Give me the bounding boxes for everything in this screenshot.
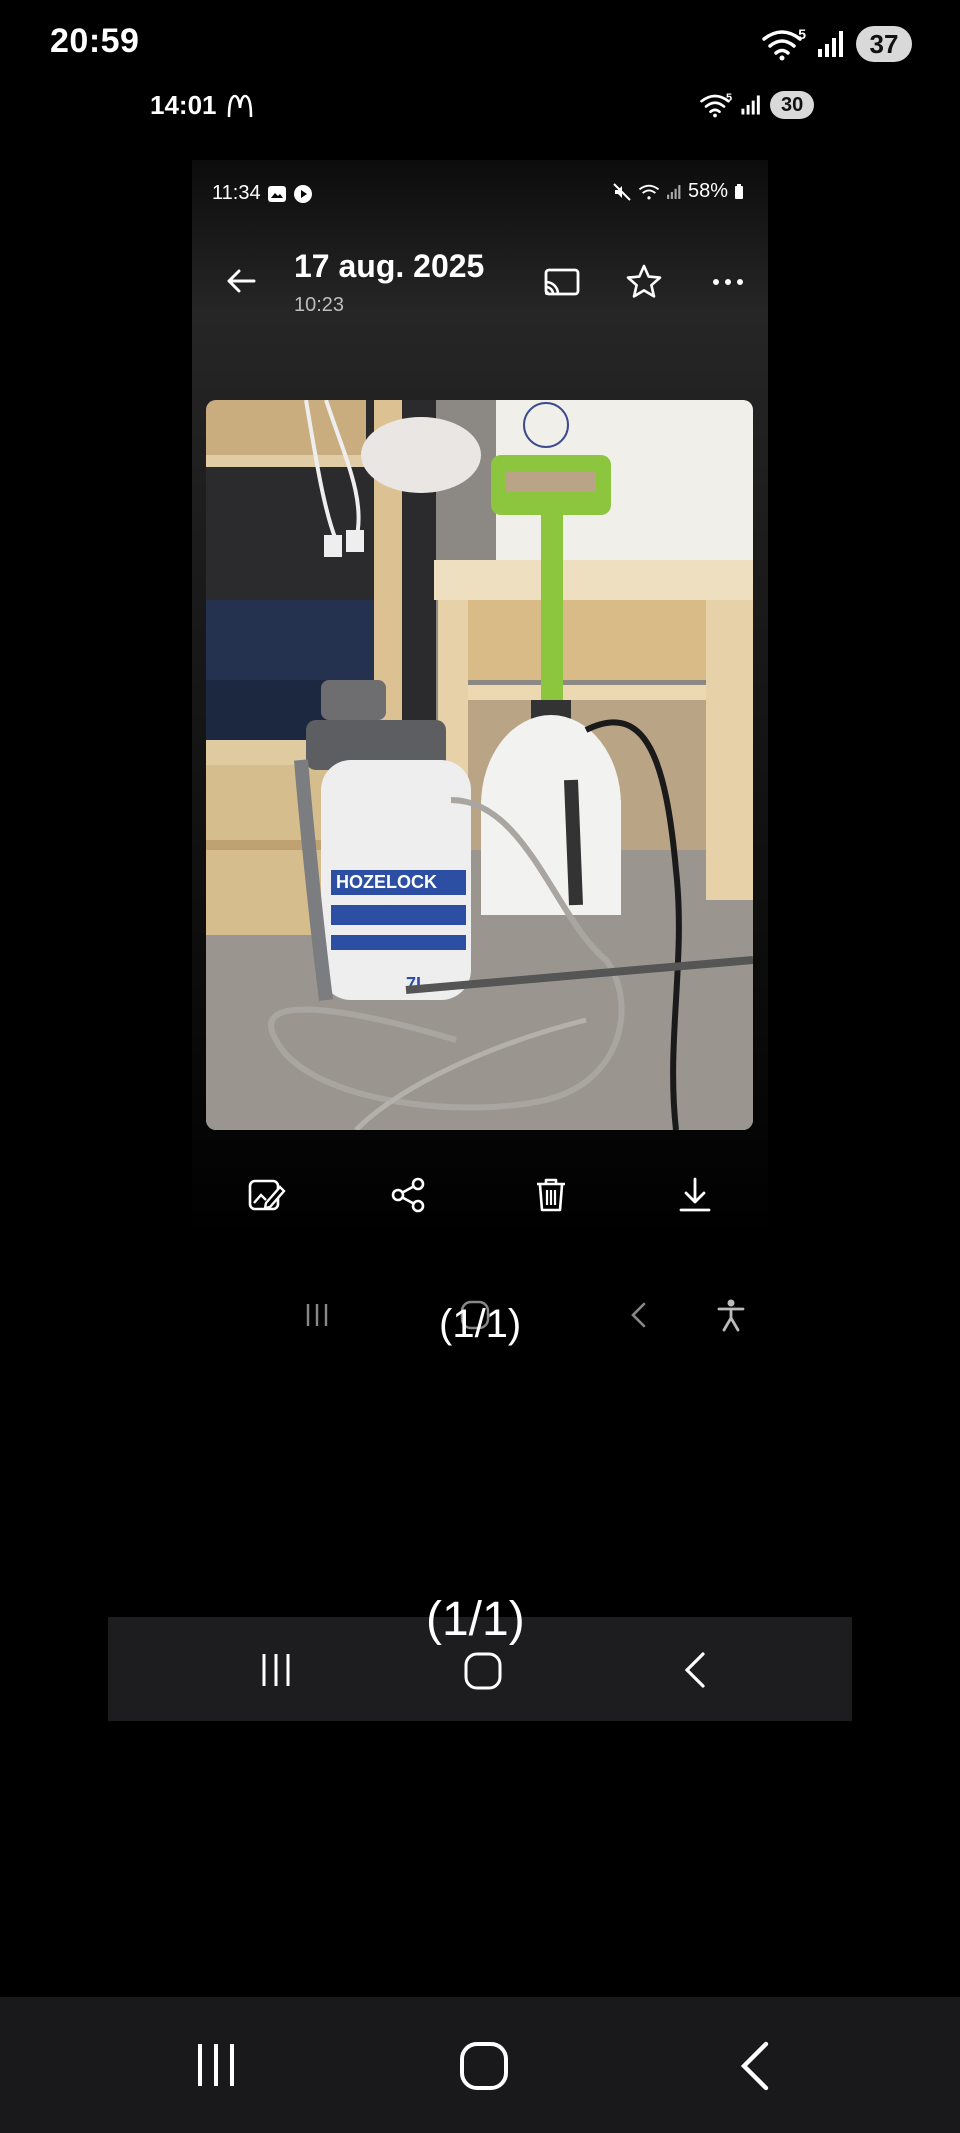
play-notification-icon	[293, 184, 312, 203]
wifi-icon	[762, 30, 802, 61]
image-counter: (1/1)	[439, 1302, 522, 1346]
photo-date: 17 aug. 2025	[294, 248, 485, 284]
wifi-band-label: 5	[726, 92, 733, 104]
back-arrow-icon[interactable]	[222, 262, 260, 300]
wifi-icon	[638, 184, 660, 199]
wifi-band-label: 5	[798, 26, 806, 42]
inner-status-left: 11:34	[212, 182, 313, 205]
mute-icon	[613, 182, 631, 201]
status-icons: 5 37	[762, 24, 912, 64]
battery-badge: 37	[856, 26, 912, 62]
status-time-secondary: 14:01	[150, 90, 253, 121]
accessibility-icon[interactable]	[714, 1298, 748, 1332]
photo-image[interactable]: HOZELOCK KOMO 7L	[206, 400, 753, 1130]
inner-status-time: 11:34	[212, 182, 261, 204]
photo-label-brand: HOZELOCK	[336, 872, 437, 892]
home-icon[interactable]	[458, 2040, 510, 2092]
star-icon[interactable]	[624, 262, 664, 302]
photo-label-model: KOMO	[341, 902, 409, 927]
signal-icon	[741, 95, 760, 115]
status-time-secondary-text: 14:01	[150, 90, 217, 120]
recent-apps-icon[interactable]	[192, 2040, 240, 2090]
photo-canvas: HOZELOCK KOMO 7L	[206, 400, 753, 1130]
image-counter-large: (1/1)	[426, 1593, 525, 1646]
signal-icon	[667, 184, 681, 199]
status-time: 20:59	[50, 22, 140, 60]
battery-badge-secondary: 30	[770, 91, 815, 119]
status-icons-secondary: 5 30	[700, 90, 815, 120]
back-icon[interactable]	[732, 2040, 776, 2092]
home-icon[interactable]	[462, 1650, 504, 1692]
mcdonalds-icon	[227, 94, 252, 117]
recent-apps-icon[interactable]	[256, 1650, 296, 1690]
edit-icon[interactable]	[246, 1175, 286, 1215]
inner-status-right: 58%	[612, 180, 744, 203]
share-icon[interactable]	[388, 1175, 428, 1215]
back-icon[interactable]	[675, 1650, 715, 1690]
cast-icon[interactable]	[542, 262, 582, 302]
recent-apps-icon[interactable]	[300, 1298, 334, 1332]
signal-icon	[818, 31, 843, 57]
download-icon[interactable]	[675, 1175, 715, 1215]
back-icon[interactable]	[622, 1298, 656, 1332]
battery-percent: 58%	[688, 180, 729, 202]
delete-icon[interactable]	[531, 1175, 571, 1215]
gallery-notification-icon	[267, 185, 286, 202]
battery-icon	[735, 183, 744, 199]
photo-time: 10:23	[294, 294, 345, 316]
more-icon[interactable]	[708, 262, 748, 302]
